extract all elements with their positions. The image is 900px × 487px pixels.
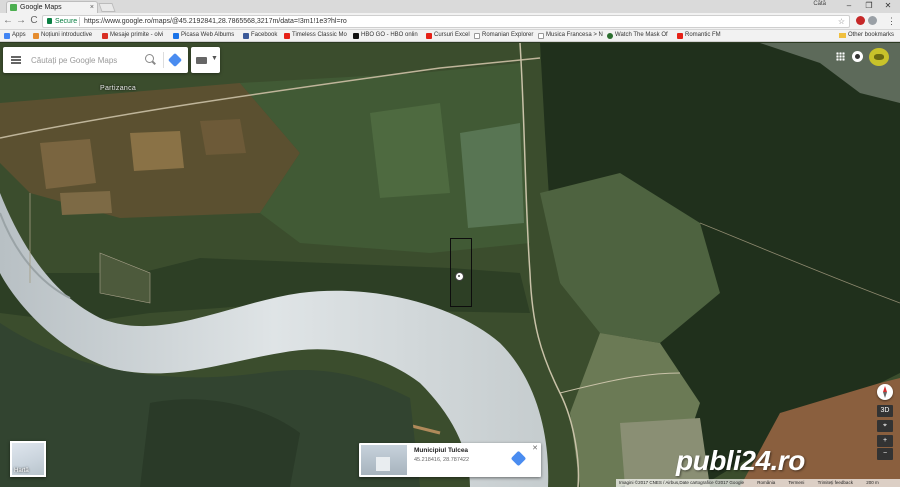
bookmark-item[interactable]: Mesaje primite - olvi [102,30,163,41]
place-thumbnail[interactable] [361,445,407,475]
address-bar[interactable]: Secure https://www.google.ro/maps/@45.21… [42,15,850,28]
bookmark-item[interactable]: Apps [4,30,26,41]
youtube-icon [284,33,290,39]
directions-icon[interactable] [510,450,527,467]
maximize-button[interactable]: ❐ [860,0,878,12]
scale-label[interactable]: 200 m [866,480,879,485]
feedback-link[interactable]: Trimiteți feedback [818,480,853,485]
bookmark-favicon-icon [33,33,39,39]
bookmarks-bar: Apps Noțiuni introductive Mesaje primite… [0,30,900,42]
my-location-button[interactable]: ⌖ [877,420,893,432]
place-title[interactable]: Municipiul Tulcea [414,447,468,454]
reload-button[interactable]: C [28,15,40,27]
bookmark-label: HBO GO - HBO onlin [361,32,418,38]
menu-hamburger-icon[interactable] [11,56,21,64]
layers-icon [196,57,207,64]
bookmark-label: Mesaje primite - olvi [110,32,164,38]
place-coordinates: 45.218416, 28.787422 [414,457,470,463]
hbo-icon [353,33,359,39]
bookmark-item[interactable]: Picasa Web Albums [173,30,234,41]
apps-icon [4,33,10,39]
bookmark-label: Musica Francesa > N [546,32,603,38]
bookmark-label: Romanian Explorer [482,32,534,38]
bookmark-item[interactable]: Watch The Mask Of [607,30,668,41]
bookmark-item[interactable]: Noțiuni introductive [33,30,92,41]
gmail-icon [102,33,108,39]
minimize-button[interactable]: – [840,0,858,12]
bookmark-item[interactable]: Cursuri Excel [426,30,470,41]
search-input[interactable] [31,53,141,67]
browser-tab[interactable]: Google Maps × [6,1,98,13]
globe-icon [607,33,613,39]
avatar[interactable] [869,48,889,66]
close-icon[interactable]: ✕ [532,444,538,452]
browser-toolbar: ← → C Secure https://www.google.ro/maps/… [0,13,900,30]
extension-adblock-icon[interactable] [856,16,865,25]
tab-title: Google Maps [20,4,62,11]
map-footer: Imagini ©2017 CNES / Airbus,Date cartogr… [616,479,900,487]
terms-link[interactable]: Termeni [788,480,804,485]
bookmark-item[interactable]: Romanian Explorer [474,30,533,41]
zoom-in-button[interactable]: + [877,435,893,447]
map-search-box [3,47,188,73]
bookmark-item[interactable]: Facebook [243,30,277,41]
bookmark-label: Facebook [251,32,278,38]
bookmark-label: Picasa Web Albums [181,32,235,38]
facebook-icon [243,33,249,39]
back-button[interactable]: ← [2,15,14,27]
bookmark-star-icon[interactable]: ☆ [838,16,845,27]
map-canvas[interactable]: ▼ Partizanca 3D ⌖ + − Hartă Municipiul T… [0,43,900,487]
location-pin-icon[interactable] [455,272,464,281]
secure-label: Secure [55,18,78,25]
other-bookmarks-label: Other bookmarks [847,32,894,38]
bookmark-item[interactable]: Musica Francesa > N [538,30,603,41]
bookmark-label: Noțiuni introductive [41,32,93,38]
folder-icon [838,33,846,38]
bookmark-item[interactable]: HBO GO - HBO onlin [353,30,418,41]
chevron-down-icon: ▼ [211,55,218,62]
browser-menu-icon[interactable]: ⋮ [887,15,896,27]
close-window-button[interactable]: ✕ [879,0,897,12]
watermark: publi24.ro [676,445,805,476]
forward-button[interactable]: → [15,15,27,27]
bookmark-label: Romantic FM [685,32,721,38]
bookmark-label: Timeless Classic Mo [292,32,347,38]
lock-icon [47,18,52,24]
youtube-icon [677,33,683,39]
profile-name[interactable]: Cătă [813,1,826,7]
place-label[interactable]: Partizanca [100,85,136,92]
place-info-card[interactable]: Municipiul Tulcea 45.218416, 28.787422 ✕ [359,443,541,477]
tilt-3d-button[interactable]: 3D [877,405,893,417]
url-text[interactable]: https://www.google.ro/maps/@45.2192841,2… [84,16,347,27]
page-icon [538,33,544,39]
bookmark-item[interactable]: Timeless Classic Mo [284,30,347,41]
new-tab-button[interactable] [98,3,116,12]
tab-close-icon[interactable]: × [90,2,94,13]
omnibox-divider [79,17,80,26]
bookmark-label: Apps [12,32,26,38]
apps-grid-icon[interactable] [836,52,845,61]
window-titlebar: Google Maps × Cătă – ❐ ✕ [0,0,900,13]
zoom-out-button[interactable]: − [877,448,893,460]
other-bookmarks[interactable]: Other bookmarks [838,30,894,41]
picasa-icon [173,33,179,39]
bookmark-item[interactable]: Romantic FM [677,30,721,41]
extension-icon[interactable] [868,16,877,25]
bookmark-label: Cursuri Excel [434,32,470,38]
page-icon [474,33,480,39]
youtube-icon [426,33,432,39]
search-icon[interactable] [145,54,154,63]
compass-icon[interactable] [877,384,893,400]
country-link[interactable]: România [757,480,775,485]
attribution-text: Imagini ©2017 CNES / Airbus,Date cartogr… [619,480,744,485]
search-divider [163,52,164,68]
bookmark-label: Watch The Mask Of [615,32,668,38]
notifications-icon[interactable] [852,51,863,62]
map-type-label: Hartă [14,468,29,474]
layers-button[interactable]: ▼ [191,47,220,73]
maps-favicon-icon [10,4,17,11]
map-type-toggle[interactable]: Hartă [10,441,46,477]
directions-icon[interactable] [167,52,183,68]
